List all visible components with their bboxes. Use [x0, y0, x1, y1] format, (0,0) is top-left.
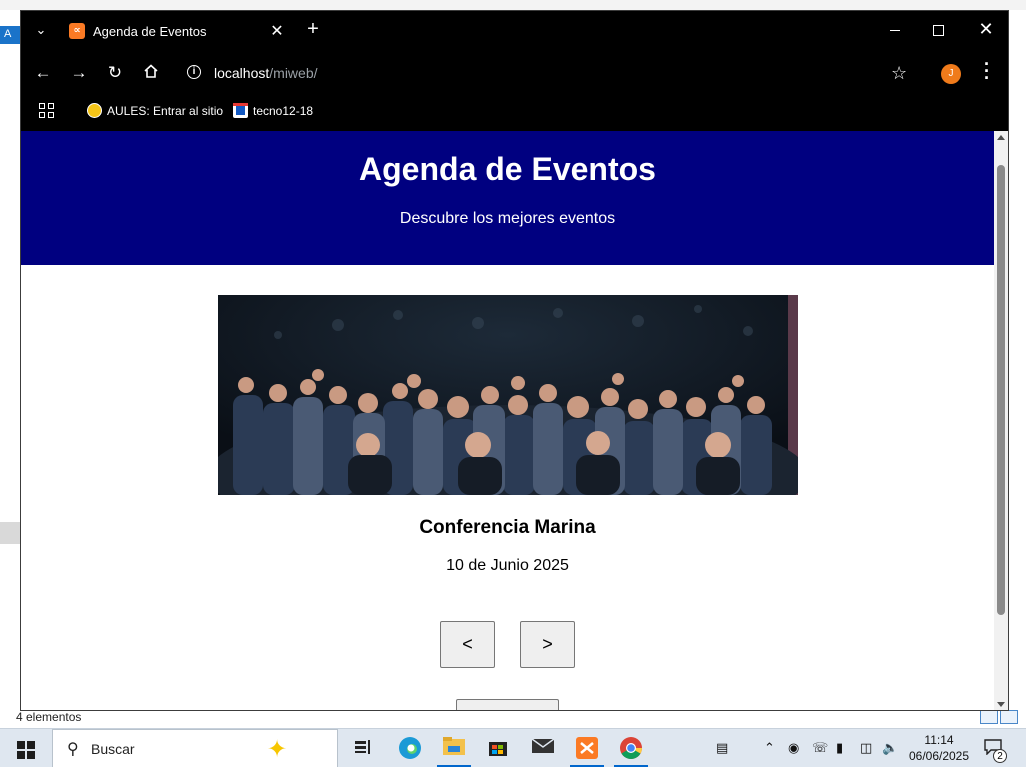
close-tab-icon[interactable]: ✕ [269, 21, 285, 41]
record-icon[interactable]: ◉ [788, 740, 799, 756]
battery-icon[interactable]: ▮ [836, 740, 843, 756]
minimize-icon[interactable] [887, 21, 903, 37]
vertical-scrollbar[interactable] [994, 131, 1008, 710]
explorer-title-strip [0, 0, 1026, 10]
tiles-view-icon[interactable] [1000, 710, 1018, 724]
browser-toolbar: ← → ↻ i localhost/miweb/ ☆ J · · · [21, 55, 1008, 93]
notification-count-badge: 2 [993, 749, 1007, 763]
tecno-icon [233, 103, 248, 119]
chrome-icon[interactable] [618, 736, 644, 762]
apps-grid-icon[interactable] [39, 103, 55, 119]
page-subtitle: Descubre los mejores eventos [399, 210, 616, 227]
browser-menu-icon[interactable]: · · · [981, 55, 993, 87]
explorer-nav-item[interactable] [0, 522, 20, 544]
clock-date: 06/06/2025 [908, 749, 970, 763]
tab-search-chevron-icon[interactable]: ⌄ [33, 22, 49, 38]
reload-icon[interactable]: ↻ [105, 63, 125, 83]
url-host: localhost [214, 65, 270, 81]
volume-icon[interactable]: 🔈 [882, 740, 898, 756]
browser-tab[interactable]: ∝ Agenda de Eventos ✕ [59, 17, 295, 51]
meet-now-icon[interactable]: ☏ [812, 740, 828, 756]
event-date: 10 de Junio 2025 [446, 557, 569, 574]
details-view-icon[interactable] [980, 710, 998, 724]
new-tab-icon[interactable]: + [303, 19, 323, 39]
next-event-button[interactable]: > [520, 621, 575, 668]
scrollbar-thumb[interactable] [997, 165, 1005, 615]
previous-event-button[interactable]: < [440, 621, 495, 668]
task-view-icon[interactable] [350, 736, 376, 762]
bookmark-aules[interactable]: AULES: Entrar al sitio [87, 103, 223, 121]
notification-center-icon[interactable]: 2 [984, 739, 1008, 763]
site-header: Agenda de Eventos Descubre los mejores e… [21, 131, 994, 265]
bookmark-tecno[interactable]: tecno12-18 [233, 103, 313, 121]
bookmark-label: AULES: Entrar al sitio [107, 103, 224, 118]
mail-icon[interactable] [530, 736, 556, 762]
page-viewport: Agenda de Eventos Descubre los mejores e… [21, 131, 1008, 710]
browser-window: ⌄ ∝ Agenda de Eventos ✕ + ✕ ← → ↻ i loca… [20, 10, 1009, 711]
bookmarks-bar: AULES: Entrar al sitio tecno12-18 [21, 97, 1008, 129]
taskbar: ⚲ Buscar ✦ ▤ ⌃ ◉ ☏ ▮ ◫ 🔈 11:14 06/06/202… [0, 728, 1026, 767]
system-clock[interactable]: 11:14 06/06/2025 [900, 732, 978, 764]
maximize-icon[interactable] [933, 25, 944, 36]
event-name: Conferencia Marina [419, 517, 596, 538]
back-arrow-icon[interactable]: ← [33, 63, 53, 83]
event-image [218, 295, 798, 495]
close-window-icon[interactable]: ✕ [977, 19, 995, 40]
bookmark-star-icon[interactable]: ☆ [891, 63, 907, 84]
profile-avatar[interactable]: J [941, 64, 961, 84]
xampp-icon[interactable] [574, 736, 600, 762]
copilot-sparkle-icon: ✦ [267, 736, 288, 763]
search-placeholder: Buscar [91, 741, 135, 757]
edge-browser-icon[interactable] [397, 736, 423, 762]
search-icon: ⚲ [67, 741, 79, 758]
scroll-up-arrow-icon[interactable] [997, 135, 1005, 140]
address-bar[interactable]: localhost/miweb/ [214, 65, 318, 81]
tab-strip: ⌄ ∝ Agenda de Eventos ✕ + ✕ [21, 11, 1008, 51]
aules-icon [87, 103, 102, 119]
file-explorer-icon[interactable] [441, 736, 467, 762]
taskbar-search-box[interactable]: ⚲ Buscar ✦ [52, 729, 338, 767]
tab-title: Agenda de Eventos [93, 24, 207, 39]
explorer-ribbon-tab[interactable]: A [0, 26, 20, 44]
show-hidden-icons-chevron[interactable]: ⌃ [764, 740, 775, 756]
news-widget-icon[interactable]: ▤ [716, 740, 728, 756]
page-title: Agenda de Eventos [359, 151, 656, 187]
site-info-icon[interactable]: i [187, 65, 201, 79]
partially-visible-button[interactable] [456, 699, 559, 710]
explorer-status-text: 4 elementos [16, 710, 82, 724]
explorer-view-toggle[interactable] [980, 710, 1022, 726]
forward-arrow-icon[interactable]: → [69, 63, 89, 83]
network-icon[interactable]: ◫ [860, 740, 872, 756]
scroll-down-arrow-icon[interactable] [997, 702, 1005, 707]
home-icon[interactable] [141, 63, 161, 83]
windows-start-icon[interactable] [17, 741, 35, 759]
bookmark-label: tecno12-18 [253, 103, 314, 118]
store-icon[interactable] [485, 736, 511, 762]
url-path: /miweb/ [269, 65, 318, 81]
clock-time: 11:14 [924, 733, 954, 747]
xampp-icon: ∝ [69, 23, 85, 39]
